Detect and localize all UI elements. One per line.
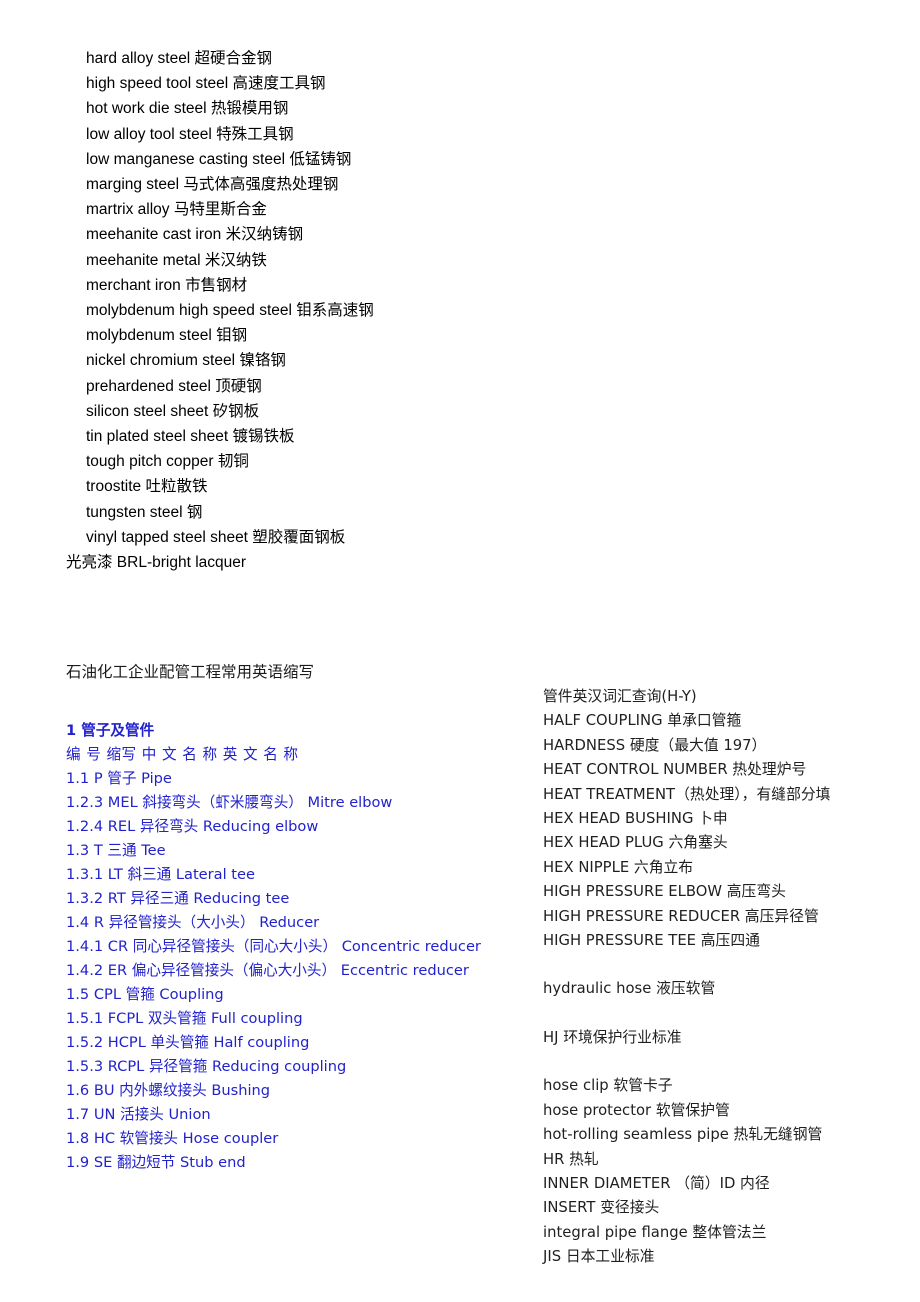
title-spacer — [66, 685, 521, 719]
metal-glossary-item: low alloy tool steel 特殊工具钢 — [86, 125, 294, 143]
abbreviation-left-column: 石油化工企业配管工程常用英语缩写 1 管子及管件 编 号 缩写 中 文 名 称 … — [66, 661, 521, 1175]
piping-entry: 1.2.3 MEL 斜接弯头（虾米腰弯头） Mitre elbow — [66, 794, 393, 811]
metal-glossary-item: molybdenum high speed steel 钼系高速钢 — [86, 302, 374, 320]
piping-entry: 1.4 R 异径管接头（大小头） Reducer — [66, 914, 320, 931]
piping-section-heading: 1 管子及管件 — [66, 722, 155, 739]
piping-entry: 1.5.2 HCPL 单头管箍 Half coupling — [66, 1034, 310, 1051]
piping-entry: 1.5 CPL 管箍 Coupling — [66, 986, 224, 1003]
glossary-entry: HALF COUPLING 单承口管箍 — [543, 712, 742, 730]
glossary-entry: HARDNESS 硬度（最大值 197） — [543, 736, 767, 754]
metal-glossary-section: hard alloy steel 超硬合金钢 high speed tool st… — [0, 46, 920, 575]
metal-glossary-item: silicon steel sheet 矽钢板 — [86, 402, 260, 420]
abbreviation-section: 石油化工企业配管工程常用英语缩写 1 管子及管件 编 号 缩写 中 文 名 称 … — [0, 661, 920, 1281]
metal-glossary-item: vinyl tapped steel sheet 塑胶覆面钢板 — [86, 528, 346, 546]
document-page: hard alloy steel 超硬合金钢 high speed tool st… — [0, 0, 920, 1302]
right-column-entry-list: HALF COUPLING 单承口管箍 HARDNESS 硬度（最大值 197） H… — [543, 709, 920, 1269]
glossary-entry: hose protector 软管保护管 — [543, 1101, 730, 1119]
abbreviation-right-column: 管件英汉词汇查询(H-Y) HALF COUPLING 单承口管箍 HARDNES… — [543, 685, 920, 1270]
abbreviation-section-title: 石油化工企业配管工程常用英语缩写 — [66, 664, 315, 681]
glossary-entry: HJ 环境保护行业标准 — [543, 1028, 682, 1046]
glossary-entry: hose clip 软管卡子 — [543, 1077, 673, 1095]
glossary-entry: INSERT 变径接头 — [543, 1199, 660, 1217]
piping-entry: 1.4.2 ER 偏心异径管接头（偏心大小头） Eccentric reduce… — [66, 962, 469, 979]
glossary-entry: HEX HEAD BUSHING 卜申 — [543, 810, 728, 828]
piping-abbreviation-block: 1 管子及管件 编 号 缩写 中 文 名 称 英 文 名 称 1.1 P 管子 … — [66, 719, 521, 1175]
piping-entry: 1.3.1 LT 斜三通 Lateral tee — [66, 866, 255, 883]
piping-table-header: 编 号 缩写 中 文 名 称 英 文 名 称 — [66, 746, 299, 763]
glossary-entry: HIGH PRESSURE ELBOW 高压弯头 — [543, 883, 786, 901]
glossary-entry: HEAT CONTROL NUMBER 热处理炉号 — [543, 761, 807, 779]
right-column-heading: 管件英汉词汇查询(H-Y) — [543, 688, 697, 705]
glossary-entry: HEX NIPPLE 六角立布 — [543, 858, 694, 876]
glossary-entry: INNER DIAMETER （简）ID 内径 — [543, 1174, 770, 1192]
piping-entry: 1.8 HC 软管接头 Hose coupler — [66, 1130, 279, 1147]
piping-entry: 1.4.1 CR 同心异径管接头（同心大小头） Concentric reduc… — [66, 938, 481, 955]
metal-glossary-item: nickel chromium steel 镍铬钢 — [86, 352, 286, 370]
piping-entry: 1.6 BU 内外螺纹接头 Bushing — [66, 1082, 271, 1099]
metal-glossary-item: troostite 吐粒散铁 — [86, 478, 208, 496]
glossary-entry: HEX HEAD PLUG 六角塞头 — [543, 834, 728, 852]
metal-glossary-item: high speed tool steel 高速度工具钢 — [86, 75, 326, 93]
piping-entry: 1.1 P 管子 Pipe — [66, 770, 172, 787]
piping-entry: 1.3 T 三通 Tee — [66, 842, 166, 859]
glossary-entry: HR 热轧 — [543, 1150, 599, 1168]
glossary-entry: HEAT TREATMENT（热处理），有缝部分填 — [543, 785, 831, 803]
piping-entry: 1.2.4 REL 异径弯头 Reducing elbow — [66, 818, 319, 835]
metal-glossary-item: prehardened steel 顶硬钢 — [86, 377, 262, 395]
piping-entry: 1.5.1 FCPL 双头管箍 Full coupling — [66, 1010, 303, 1027]
glossary-entry: integral pipe flange 整体管法兰 — [543, 1223, 767, 1241]
metal-glossary-list: hard alloy steel 超硬合金钢 high speed tool st… — [0, 46, 920, 550]
metal-glossary-item: tough pitch copper 韧铜 — [86, 453, 249, 471]
glossary-entry: hydraulic hose 液压软管 — [543, 980, 716, 998]
piping-entry: 1.7 UN 活接头 Union — [66, 1106, 211, 1123]
metal-glossary-item: meehanite metal 米汉纳铁 — [86, 251, 267, 269]
piping-entry: 1.9 SE 翻边短节 Stub end — [66, 1154, 246, 1171]
piping-entry: 1.5.3 RCPL 异径管箍 Reducing coupling — [66, 1058, 347, 1075]
glossary-entry: HIGH PRESSURE REDUCER 高压异径管 — [543, 907, 819, 925]
glossary-entry: hot-rolling seamless pipe 热轧无缝钢管 — [543, 1126, 823, 1144]
glossary-entry: HIGH PRESSURE TEE 高压四通 — [543, 932, 760, 950]
glossary-entry: JIS 日本工业标准 — [543, 1248, 655, 1266]
metal-glossary-item: tin plated steel sheet 镀锡铁板 — [86, 428, 295, 446]
piping-entry-list: 1.1 P 管子 Pipe 1.2.3 MEL 斜接弯头（虾米腰弯头） Mitre… — [66, 767, 521, 1175]
metal-glossary-item: merchant iron 市售钢材 — [86, 276, 248, 294]
metal-glossary-item: low manganese casting steel 低锰铸钢 — [86, 150, 352, 168]
metal-glossary-trailing-line: 光亮漆 BRL-bright lacquer — [66, 554, 247, 572]
metal-glossary-item: meehanite cast iron 米汉纳铸钢 — [86, 226, 304, 244]
piping-entry: 1.3.2 RT 异径三通 Reducing tee — [66, 890, 290, 907]
metal-glossary-item: tungsten steel 钢 — [86, 503, 203, 521]
metal-glossary-item: molybdenum steel 钼钢 — [86, 327, 248, 345]
metal-glossary-item: hot work die steel 热锻模用钢 — [86, 100, 289, 118]
metal-glossary-item: marging steel 马式体高强度热处理钢 — [86, 176, 339, 194]
metal-glossary-item: martrix alloy 马特里斯合金 — [86, 201, 267, 219]
metal-glossary-item: hard alloy steel 超硬合金钢 — [86, 50, 273, 67]
